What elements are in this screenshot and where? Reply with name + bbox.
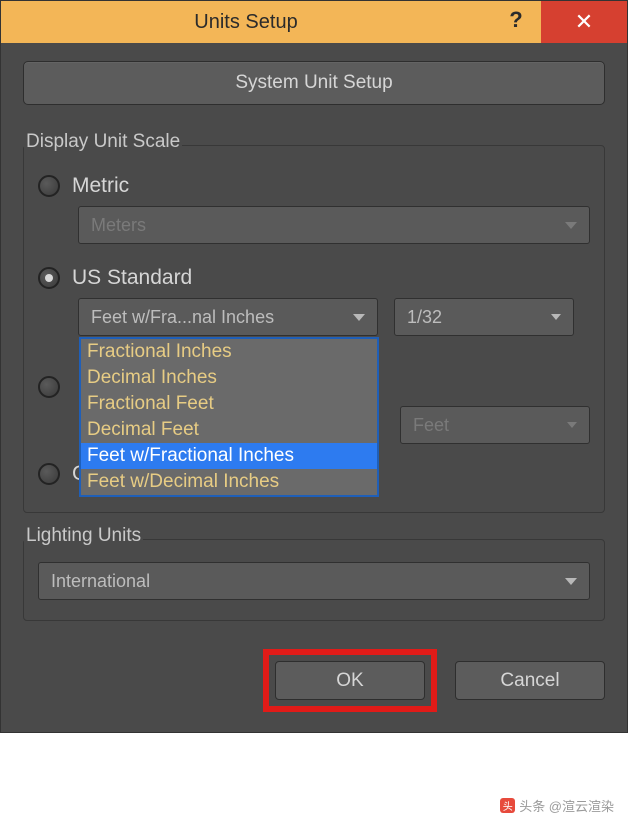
lighting-select-value: International (51, 571, 557, 592)
lighting-units-group: Lighting Units International (23, 539, 605, 621)
us-standard-radio-row[interactable]: US Standard (38, 266, 590, 290)
help-button[interactable]: ? (491, 1, 541, 43)
chevron-down-icon (567, 422, 577, 428)
display-unit-scale-label: Display Unit Scale (24, 131, 182, 153)
us-type-select-value: Feet w/Fra...nal Inches (91, 307, 345, 328)
dialog-content: System Unit Setup Display Unit Scale Met… (1, 43, 627, 633)
radio-custom[interactable] (38, 376, 60, 398)
radio-us-standard[interactable] (38, 267, 60, 289)
chevron-down-icon (353, 314, 365, 321)
chevron-down-icon (565, 222, 577, 229)
dropdown-option[interactable]: Feet w/Decimal Inches (81, 469, 377, 495)
chevron-down-icon (565, 578, 577, 585)
close-button[interactable]: ✕ (541, 1, 627, 43)
dropdown-option[interactable]: Decimal Feet (81, 417, 377, 443)
chevron-down-icon (551, 314, 561, 320)
metric-label: Metric (72, 174, 129, 198)
ok-button-highlight: OK (263, 649, 437, 712)
watermark: 头 头条 @渲云渲染 (496, 795, 618, 816)
radio-generic[interactable] (38, 463, 60, 485)
lighting-select[interactable]: International (38, 562, 590, 600)
metric-radio-row[interactable]: Metric (38, 174, 590, 198)
us-fraction-value: 1/32 (407, 307, 543, 328)
cancel-button[interactable]: Cancel (455, 661, 605, 700)
titlebar: Units Setup ? ✕ (1, 1, 627, 43)
dropdown-option[interactable]: Decimal Inches (81, 365, 377, 391)
dropdown-option[interactable]: Fractional Feet (81, 391, 377, 417)
dropdown-option[interactable]: Fractional Inches (81, 339, 377, 365)
window-title: Units Setup (1, 11, 491, 34)
us-type-dropdown-list: Fractional Inches Decimal Inches Fractio… (79, 337, 379, 497)
close-icon: ✕ (575, 9, 593, 35)
default-units-select[interactable]: Feet (400, 406, 590, 444)
ok-button[interactable]: OK (275, 661, 425, 700)
us-fraction-select[interactable]: 1/32 (394, 298, 574, 336)
metric-select-value: Meters (91, 215, 557, 236)
dropdown-option-selected[interactable]: Feet w/Fractional Inches (81, 443, 377, 469)
us-type-select[interactable]: Feet w/Fra...nal Inches Fractional Inche… (78, 298, 378, 336)
dialog-buttons: OK Cancel (1, 633, 627, 732)
display-unit-scale-group: Display Unit Scale Metric Meters US Stan… (23, 145, 605, 513)
system-unit-setup-button[interactable]: System Unit Setup (23, 61, 605, 105)
metric-select[interactable]: Meters (78, 206, 590, 244)
watermark-logo-icon: 头 (500, 798, 515, 813)
lighting-units-label: Lighting Units (24, 525, 143, 547)
units-setup-window: Units Setup ? ✕ System Unit Setup Displa… (0, 0, 628, 733)
radio-metric[interactable] (38, 175, 60, 197)
watermark-text: 头条 @渲云渲染 (519, 796, 614, 815)
us-standard-label: US Standard (72, 266, 192, 290)
default-units-value: Feet (413, 415, 559, 436)
